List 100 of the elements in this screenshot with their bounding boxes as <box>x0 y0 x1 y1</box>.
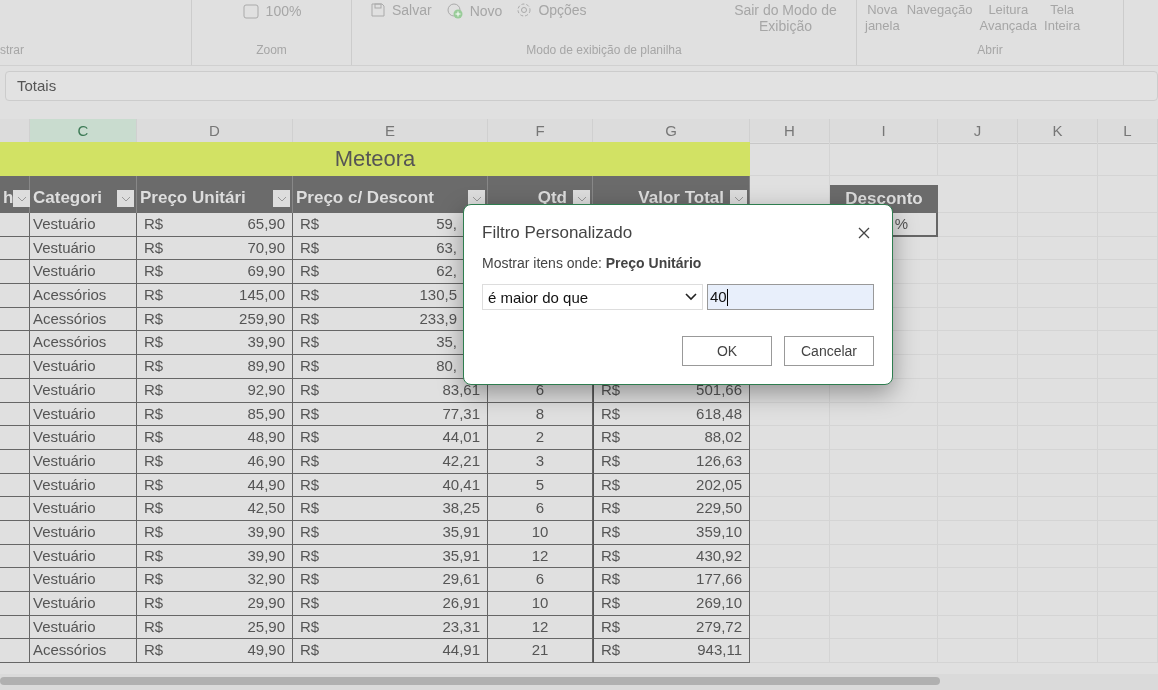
currency-symbol: R$ <box>144 498 164 519</box>
value-input[interactable]: 40 <box>707 284 874 310</box>
currency-symbol: R$ <box>601 569 621 590</box>
total-value: 126,63 <box>696 450 742 471</box>
chevron-icon <box>685 293 697 301</box>
price-value: 89,90 <box>247 356 285 377</box>
price-value: 35, <box>436 332 457 353</box>
discount-value: % <box>894 215 908 232</box>
category-text: Vestuário <box>33 617 96 635</box>
currency-symbol: R$ <box>601 427 621 448</box>
category-text: Vestuário <box>33 475 96 493</box>
chevron-icon <box>276 195 287 202</box>
ribbon-button[interactable]: Tela Inteira <box>1044 2 1081 34</box>
price-value: 83,61 <box>442 379 480 400</box>
currency-symbol: R$ <box>144 640 164 661</box>
currency-symbol: R$ <box>300 427 320 448</box>
price-value: 35,91 <box>442 521 480 542</box>
price-value: 32,90 <box>247 569 285 590</box>
total-value: 359,10 <box>696 521 742 542</box>
column-header[interactable]: I <box>830 119 938 144</box>
category-text: Vestuário <box>33 499 96 517</box>
price-value: 85,90 <box>247 403 285 424</box>
dialog-button[interactable]: OK <box>682 336 772 366</box>
currency-symbol: R$ <box>601 450 621 471</box>
price-value: 80, <box>436 356 457 377</box>
price-value: 39,90 <box>247 545 285 566</box>
currency-symbol: R$ <box>300 521 320 542</box>
price-value: 48,90 <box>247 427 285 448</box>
zoom-icon <box>241 2 260 20</box>
ribbon-button[interactable]: Navegação <box>906 2 973 18</box>
currency-symbol: R$ <box>300 569 320 590</box>
quantity-value: 3 <box>535 451 545 469</box>
currency-symbol: R$ <box>144 593 164 613</box>
condition-dropdown[interactable]: é maior do que <box>482 284 703 310</box>
price-value: 39,90 <box>247 332 285 353</box>
total-value: 501,66 <box>696 379 742 400</box>
price-value: 130,5 <box>419 285 457 306</box>
category-text: Vestuário <box>33 380 96 398</box>
total-value: 269,10 <box>696 593 742 613</box>
category-text: Vestuário <box>33 594 96 611</box>
price-value: 35,91 <box>442 545 480 566</box>
currency-symbol: R$ <box>300 403 320 424</box>
price-value: 59, <box>436 214 457 234</box>
column-header[interactable]: K <box>1018 119 1098 144</box>
group-label: Modo de exibição de planilha <box>525 43 683 57</box>
price-value: 44,01 <box>442 427 480 448</box>
filter-dropdown[interactable] <box>13 190 31 207</box>
price-value: 62, <box>436 261 457 282</box>
chevron-icon <box>16 195 27 202</box>
quantity-value: 6 <box>535 499 545 517</box>
column-title: Preço Unitári <box>140 187 246 209</box>
save-icon <box>370 2 386 18</box>
currency-symbol: R$ <box>601 640 621 661</box>
currency-symbol: R$ <box>144 285 164 306</box>
category-text: Vestuário <box>33 215 96 232</box>
column-header[interactable]: J <box>938 119 1018 144</box>
column-title: Preço c/ Descont <box>296 187 434 209</box>
price-value: 40,41 <box>442 474 480 495</box>
price-value: 233,9 <box>419 308 457 329</box>
price-value: 65,90 <box>247 214 285 234</box>
category-text: Vestuário <box>33 238 96 256</box>
close-icon[interactable] <box>858 227 870 239</box>
currency-symbol: R$ <box>300 474 320 495</box>
new-view-button[interactable]: Novo <box>445 2 503 20</box>
quantity-value: 6 <box>535 380 545 398</box>
currency-symbol: R$ <box>601 593 621 613</box>
currency-symbol: R$ <box>300 498 320 519</box>
prompt-text: Mostrar itens onde: Preço Unitário <box>482 255 703 271</box>
dialog-button[interactable]: Cancelar <box>784 336 874 366</box>
total-value: 618,48 <box>696 403 742 424</box>
currency-symbol: R$ <box>144 521 164 542</box>
category-text: Acessórios <box>33 309 107 327</box>
formula-field[interactable]: Totais <box>5 71 1158 101</box>
category-text: Vestuário <box>33 428 96 446</box>
currency-symbol: R$ <box>300 379 320 400</box>
column-header[interactable]: L <box>1098 119 1158 144</box>
ribbon-button[interactable]: Leitura Avançada <box>979 2 1038 34</box>
quantity-value: 12 <box>531 546 549 564</box>
zoom-button[interactable]: 100% <box>241 2 302 20</box>
table-title: Meteora <box>0 142 750 176</box>
price-value: 23,31 <box>442 616 480 637</box>
save-button[interactable]: Salvar <box>370 2 432 18</box>
scrollbar-thumb[interactable] <box>0 677 940 685</box>
price-value: 29,90 <box>247 593 285 613</box>
currency-symbol: R$ <box>300 593 320 613</box>
price-value: 92,90 <box>247 379 285 400</box>
options-button[interactable]: Opções <box>516 2 587 18</box>
currency-symbol: R$ <box>144 616 164 637</box>
currency-symbol: R$ <box>300 261 320 282</box>
category-text: Vestuário <box>33 357 96 375</box>
column-header[interactable]: C <box>30 119 137 144</box>
column-header[interactable]: H <box>750 119 830 144</box>
currency-symbol: R$ <box>300 356 320 377</box>
category-text: Acessórios <box>33 333 107 351</box>
ribbon-button[interactable]: Sair do Modo de Exibição <box>723 2 848 34</box>
currency-symbol: R$ <box>300 214 320 234</box>
ribbon-button[interactable]: Nova janela <box>865 2 900 34</box>
price-value: 39,90 <box>247 521 285 542</box>
chevron-icon <box>576 195 587 202</box>
price-value: 259,90 <box>239 308 285 329</box>
